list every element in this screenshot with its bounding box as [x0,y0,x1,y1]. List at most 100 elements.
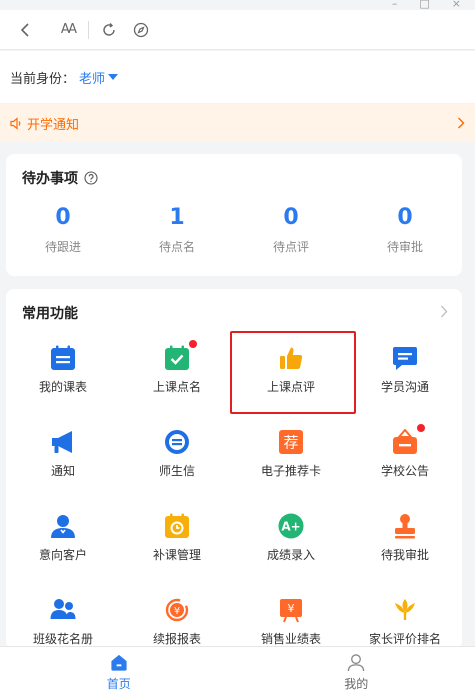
identity-label: 当前身份： [10,71,76,87]
func-pending-approval[interactable]: 待我审批 [348,504,462,588]
func-label: 师生信 [158,464,195,478]
func-label: 补课管理 [152,548,201,562]
func-my-schedule[interactable]: 我的课表 [6,336,120,420]
func-parent-rating-rank[interactable]: 家长评价排名 [348,588,462,649]
func-student-chat[interactable]: 学员沟通 [348,336,462,420]
user-icon [347,654,365,672]
stamp-icon [391,512,419,540]
sales-report-glyph: ¥ [288,602,295,615]
todo-label: 待点评 [272,240,309,254]
notice-bar[interactable]: 开学通知 [0,104,475,142]
home-icon [111,654,127,671]
todo-count: 1 [169,205,185,230]
renewal-report-icon: ¥ [163,596,191,624]
func-label: 学校公告 [380,464,429,478]
func-label: 意向客户 [38,548,87,562]
checkin-calendar-icon [163,340,197,372]
todo-stats: 0 待跟进 1 待点名 0 待点评 0 待审批 [6,204,462,255]
close-button[interactable]: × [452,0,461,10]
todo-card: 待办事项 0 待跟进 1 待点名 0 待点评 0 待审批 [6,154,462,276]
toolbar-divider [88,20,89,39]
todo-count: 0 [283,205,299,230]
func-prospect-customer[interactable]: 意向客户 [6,504,120,588]
compass-icon [133,22,149,37]
tab-label: 我的 [344,677,369,691]
compass-button[interactable] [129,18,153,42]
megaphone-icon [49,428,77,456]
todo-roll-call[interactable]: 1 待点名 [120,204,234,255]
func-label: 家长评价排名 [368,632,441,646]
func-label: 续报报表 [152,632,201,646]
func-notification[interactable]: 通知 [6,420,120,504]
func-label: 上课点评 [266,380,315,394]
identity-value: 老师 [79,71,106,87]
font-size-button[interactable]: AA [56,18,80,42]
chevron-right-icon [458,117,465,129]
caret-down-icon [108,74,119,80]
func-label: 班级花名册 [32,632,93,646]
help-icon[interactable] [84,171,98,185]
func-school-announcement[interactable]: 学校公告 [348,420,462,504]
tab-label: 首页 [106,677,131,691]
todo-title-text: 待办事项 [22,171,78,187]
speaker-icon [10,116,21,130]
identity-bar: 当前身份： 老师 [0,51,475,103]
announcement-icon [391,424,425,456]
todo-approval[interactable]: 0 待审批 [348,204,462,255]
func-class-roster[interactable]: 班级花名册 [6,588,120,649]
todo-follow-up[interactable]: 0 待跟进 [6,204,120,255]
chevron-left-icon [20,22,29,37]
func-label: 我的课表 [38,380,87,394]
chevron-right-icon[interactable] [440,305,448,318]
functions-title: 常用功能 [22,306,78,322]
grade-entry-glyph: A+ [281,520,300,534]
schedule-icon [49,344,77,372]
notification-dot [189,340,197,348]
func-label: 成绩录入 [266,548,315,562]
ranking-icon [391,596,419,624]
back-button[interactable] [14,18,38,42]
bottom-tab-bar: 首页 我的 [0,646,475,692]
todo-count: 0 [397,205,413,230]
tab-home[interactable]: 首页 [0,647,238,692]
identity-selector[interactable]: 老师 [79,68,119,87]
todo-review[interactable]: 0 待点评 [234,204,348,255]
func-recommend-card[interactable]: 荐 电子推荐卡 [234,420,348,504]
grade-entry-icon: A+ [277,512,305,540]
font-size-icon: AA [60,22,77,37]
makeup-class-icon [163,512,191,540]
func-grade-entry[interactable]: A+ 成绩录入 [234,504,348,588]
todo-count: 0 [55,205,71,230]
func-label: 电子推荐卡 [260,464,321,478]
chat-icon [391,344,419,372]
func-makeup-class[interactable]: 补课管理 [120,504,234,588]
tab-mine[interactable]: 我的 [238,647,475,692]
func-label: 通知 [50,464,75,478]
window-controls: – □ × [355,0,475,10]
func-renewal-report[interactable]: ¥ 续报报表 [120,588,234,649]
func-teacher-letter[interactable]: 师生信 [120,420,234,504]
browser-toolbar: AA [0,10,475,50]
func-class-review[interactable]: 上课点评 [234,336,348,420]
notification-dot [417,424,425,432]
notice-text: 开学通知 [27,117,80,133]
recommend-card-glyph: 荐 [283,434,298,452]
func-label: 上课点名 [152,380,201,394]
sales-report-icon: ¥ [277,596,305,624]
refresh-icon [103,22,115,36]
func-sales-report[interactable]: ¥ 销售业绩表 [234,588,348,649]
message-circle-icon [163,428,191,456]
recommend-card-icon: 荐 [277,428,305,456]
functions-grid: 我的课表 上课点名 上课点评 学员沟通 通知 师生信 荐 电子推荐卡 学校公告 … [6,336,462,649]
todo-label: 待审批 [386,240,423,254]
func-roll-call[interactable]: 上课点名 [120,336,234,420]
thumbs-up-icon [277,344,305,372]
func-label: 待我审批 [380,548,429,562]
restore-button[interactable]: □ [419,0,429,10]
minimize-button[interactable]: – [392,0,398,10]
todo-label: 待跟进 [44,240,81,254]
refresh-button[interactable] [97,18,121,42]
functions-card: 常用功能 我的课表 上课点名 上课点评 学员沟通 通知 师生信 荐 电子推荐卡 … [6,289,462,649]
todo-title: 待办事项 [22,168,98,188]
roster-icon [49,596,77,624]
